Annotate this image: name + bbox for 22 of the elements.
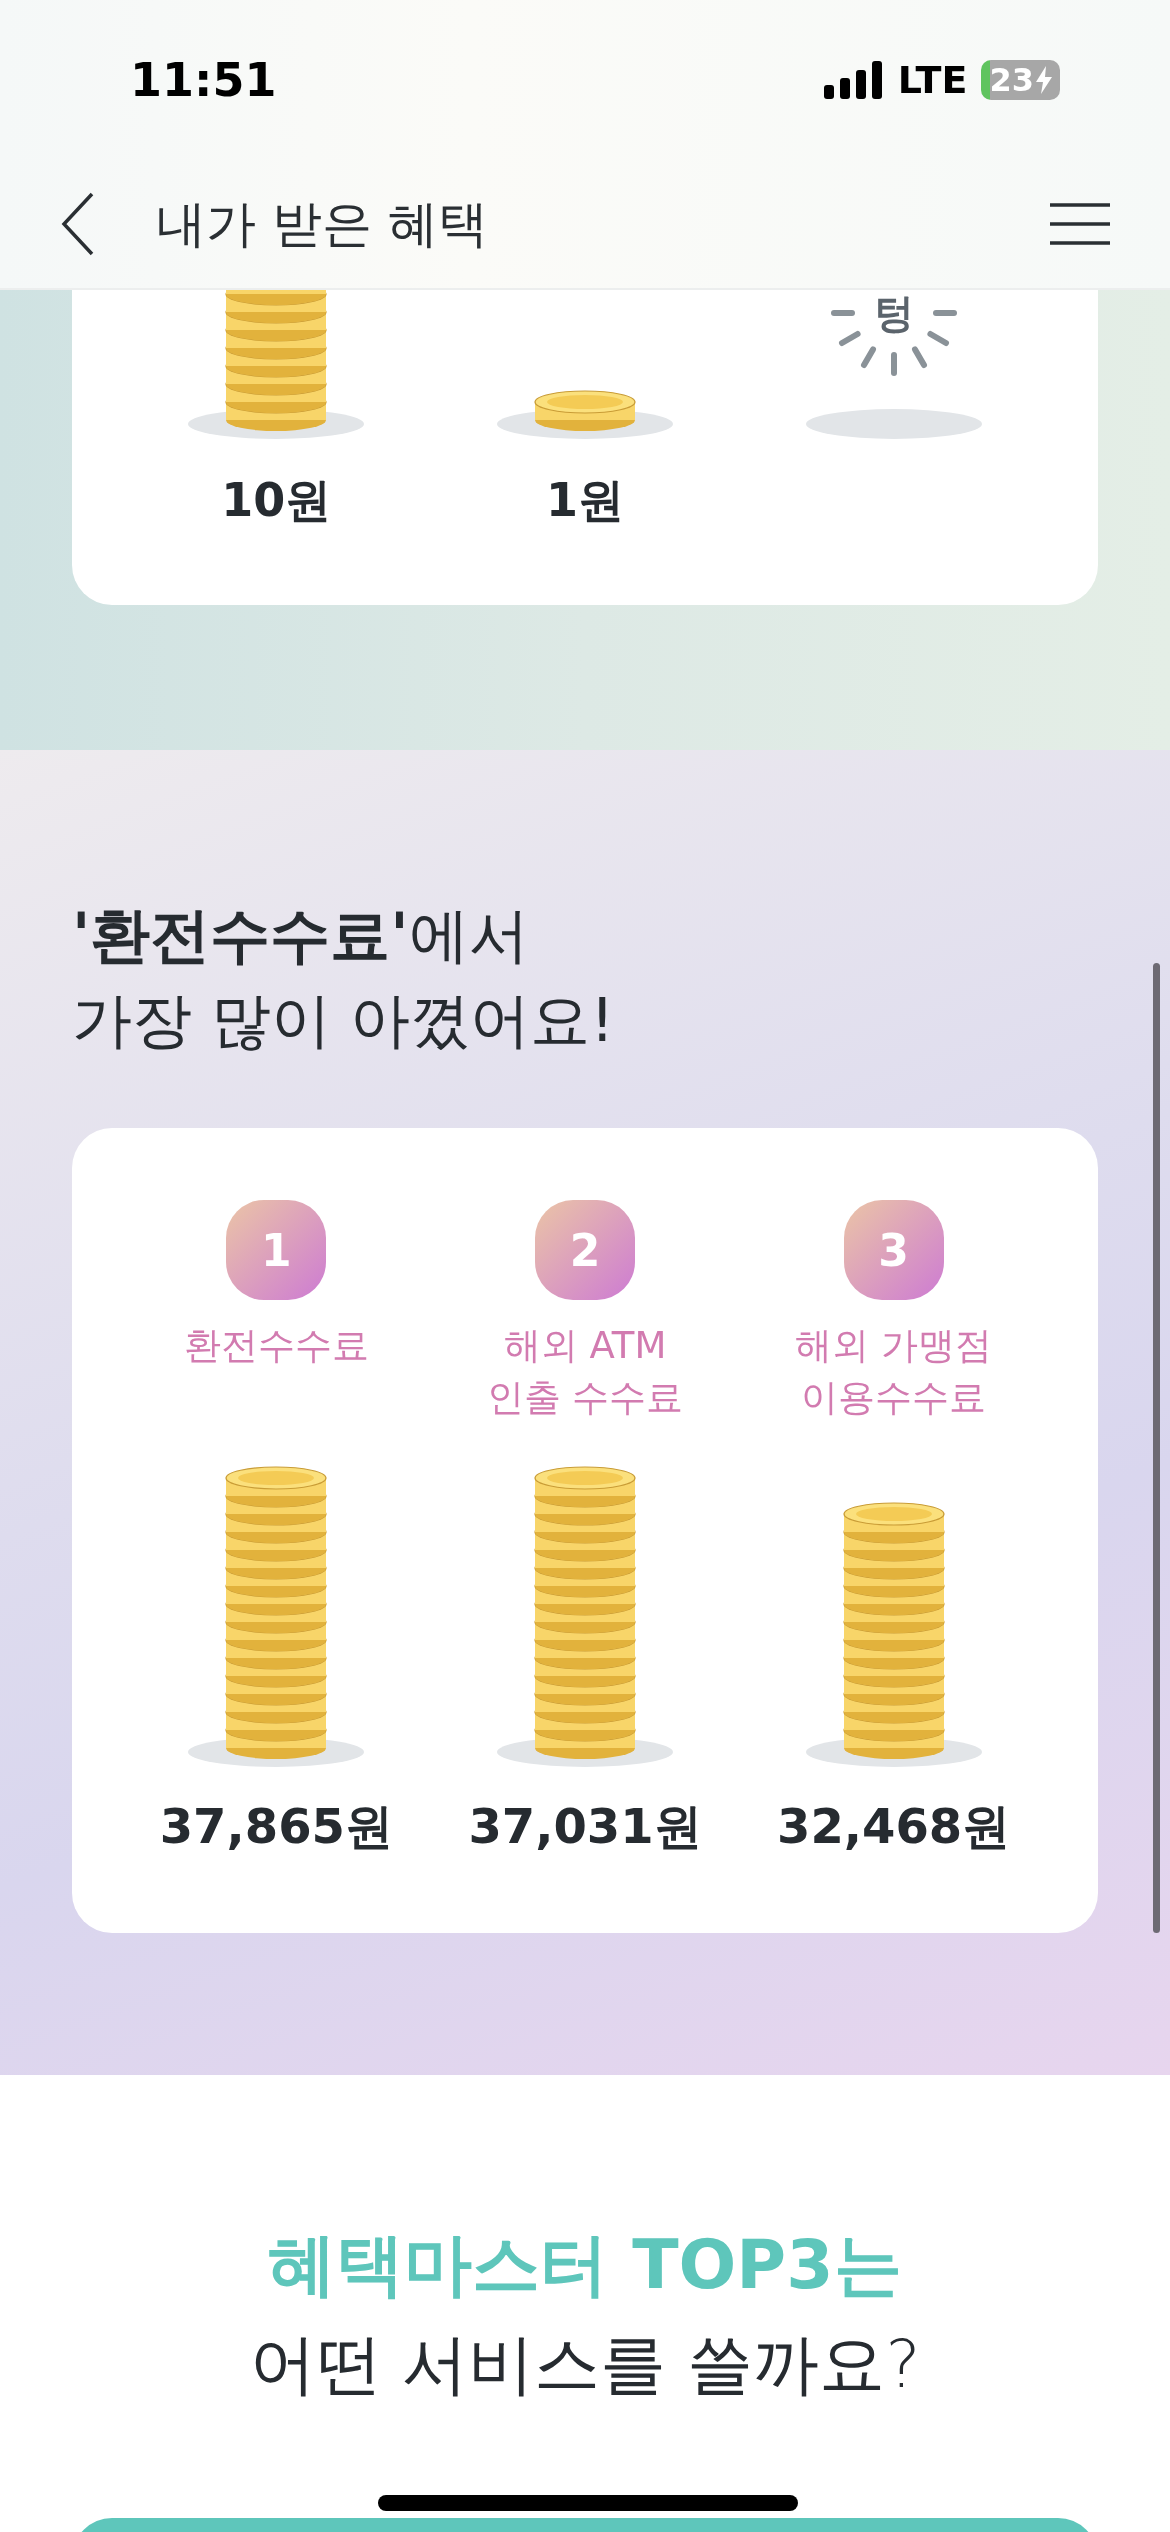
menu-icon[interactable]	[1050, 203, 1110, 245]
fee-name: 환전수수료	[183, 1323, 369, 1369]
section-title: 혜택마스터 TOP3는	[267, 2224, 903, 2306]
back-icon[interactable]	[60, 192, 96, 256]
amount-label: 37,865원	[159, 1797, 393, 1856]
status-time: 11:51	[130, 53, 278, 107]
fee-name: 해외 ATM 인출 수수료	[486, 1323, 684, 1421]
fee-name: 해외 가맹점 이용수수료	[795, 1323, 993, 1421]
amount-label: 32,468원	[777, 1797, 1011, 1856]
signal-icon	[823, 61, 884, 99]
section-heading: '환전수수료'에서 가장 많이 아꼈어요!	[72, 899, 616, 1057]
rank-badge: 2	[535, 1200, 635, 1300]
amount-label: 37,031원	[468, 1797, 702, 1856]
rank-badge: 3	[843, 1200, 944, 1300]
amount-label: 1원	[546, 472, 624, 529]
amount-label: 10원	[221, 472, 332, 529]
network-label: LTE	[897, 58, 968, 102]
section-subtitle: 어떤 서비스를 쓸까요?	[248, 2325, 922, 2405]
rank-badge: 1	[226, 1200, 327, 1300]
battery-icon: 23	[981, 60, 1060, 100]
empty-sound-text: 텅	[872, 290, 915, 336]
page-title: 내가 받은 혜택	[156, 193, 489, 255]
